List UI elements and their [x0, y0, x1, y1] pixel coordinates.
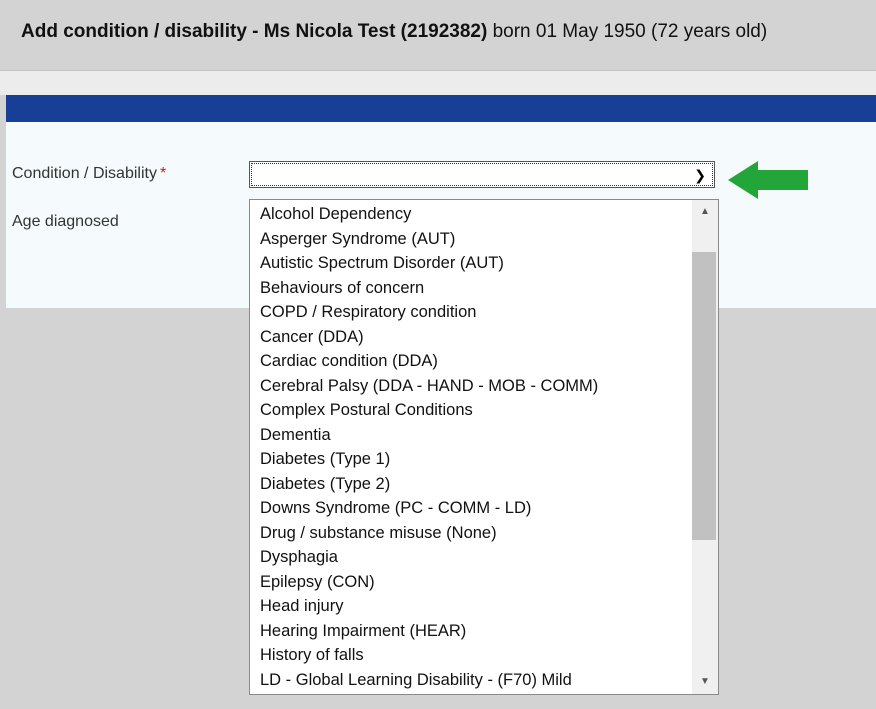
arrow-left-icon: [728, 161, 808, 199]
dropdown-option[interactable]: Downs Syndrome (PC - COMM - LD): [260, 499, 531, 518]
dropdown-scrollbar[interactable]: ▲ ▼: [692, 200, 718, 694]
dropdown-option[interactable]: Dysphagia: [260, 548, 338, 567]
page-title: Add condition / disability - Ms Nicola T…: [21, 21, 767, 43]
dropdown-option[interactable]: Cancer (DDA): [260, 328, 364, 347]
dropdown-option[interactable]: Asperger Syndrome (AUT): [260, 230, 455, 249]
condition-select[interactable]: ❯: [249, 161, 715, 188]
toolbar-strip: [0, 71, 876, 95]
dropdown-option[interactable]: Diabetes (Type 2): [260, 475, 390, 494]
section-banner: [6, 95, 876, 122]
dropdown-option[interactable]: COPD / Respiratory condition: [260, 303, 476, 322]
dropdown-option[interactable]: LD - Global Learning Disability - (F70) …: [260, 671, 572, 690]
dropdown-option[interactable]: Cardiac condition (DDA): [260, 352, 438, 371]
dropdown-option[interactable]: Hearing Impairment (HEAR): [260, 622, 466, 641]
chevron-down-icon[interactable]: ❯: [694, 167, 706, 184]
scroll-down-arrow-icon[interactable]: ▼: [692, 672, 718, 692]
dropdown-option[interactable]: Epilepsy (CON): [260, 573, 375, 592]
dropdown-option[interactable]: Autistic Spectrum Disorder (AUT): [260, 254, 504, 273]
page-header: Add condition / disability - Ms Nicola T…: [0, 0, 876, 71]
page-title-main: Add condition / disability - Ms Nicola T…: [21, 21, 488, 42]
age-diagnosed-label: Age diagnosed: [12, 213, 119, 230]
dropdown-option[interactable]: Dementia: [260, 426, 331, 445]
dropdown-option[interactable]: Head injury: [260, 597, 343, 616]
condition-dropdown-list[interactable]: Alcohol Dependency Asperger Syndrome (AUT…: [249, 199, 719, 695]
dropdown-option[interactable]: Alcohol Dependency: [260, 205, 411, 224]
dropdown-option[interactable]: Cerebral Palsy (DDA - HAND - MOB - COMM): [260, 377, 598, 396]
required-marker: *: [159, 165, 167, 182]
page-title-dob: born 01 May 1950 (72 years old): [487, 21, 768, 42]
dropdown-option[interactable]: History of falls: [260, 646, 364, 665]
scroll-up-arrow-icon[interactable]: ▲: [692, 202, 718, 222]
condition-label: Condition / Disability *: [12, 165, 166, 183]
dropdown-option[interactable]: Complex Postural Conditions: [260, 401, 473, 420]
dropdown-option[interactable]: Behaviours of concern: [260, 279, 424, 298]
condition-label-text: Condition / Disability: [12, 165, 157, 182]
dropdown-option[interactable]: Drug / substance misuse (None): [260, 524, 497, 543]
dropdown-option[interactable]: Diabetes (Type 1): [260, 450, 390, 469]
scrollbar-thumb[interactable]: [692, 252, 716, 540]
